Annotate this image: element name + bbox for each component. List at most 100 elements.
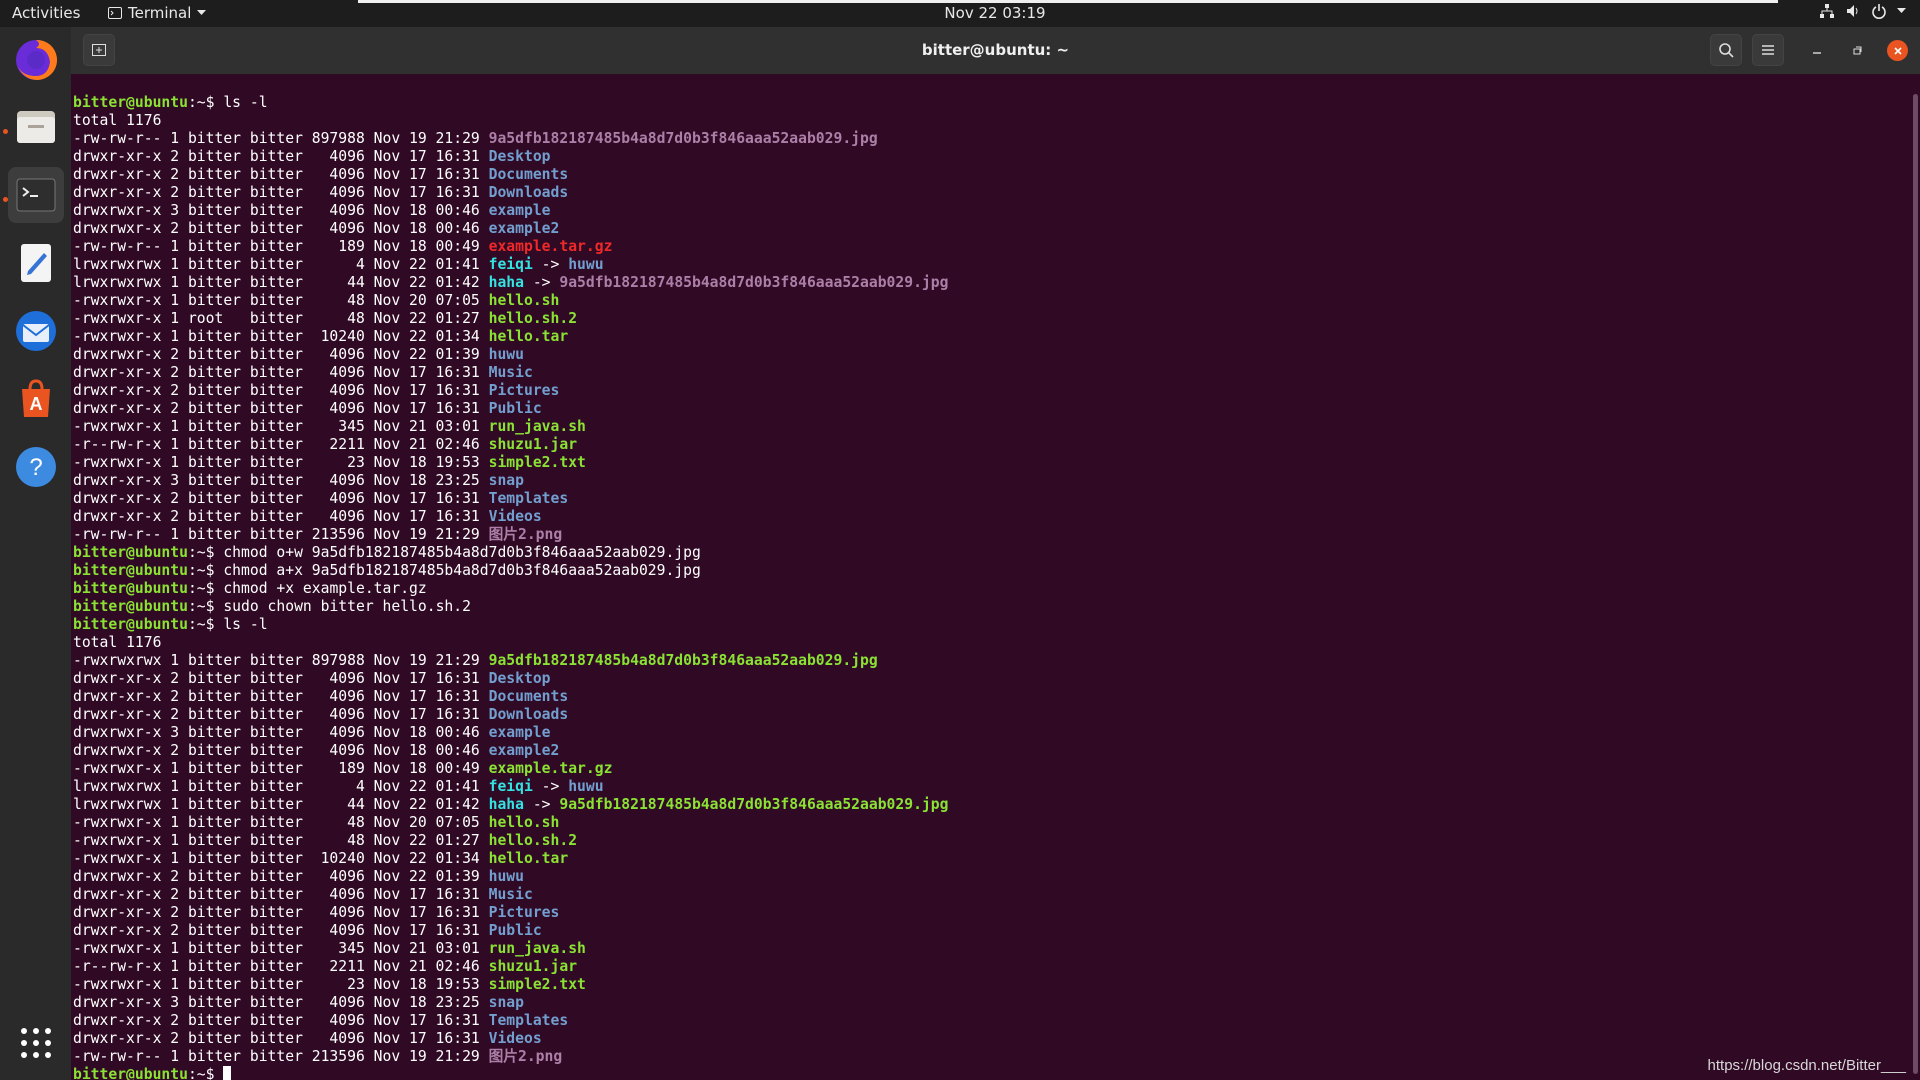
file-metadata: -rwxrwxr-x 1 bitter bitter 345 Nov 21 03… — [73, 418, 489, 435]
file-metadata: drwxr-xr-x 2 bitter bitter 4096 Nov 17 1… — [73, 148, 489, 165]
close-icon — [1893, 46, 1902, 55]
file-metadata: -rwxrwxrwx 1 bitter bitter 897988 Nov 19… — [73, 652, 489, 669]
terminal-line: -rwxrwxr-x 1 bitter bitter 10240 Nov 22 … — [73, 850, 948, 868]
terminal-line: bitter@ubuntu:~$ ls -l — [73, 94, 948, 112]
terminal-output[interactable]: bitter@ubuntu:~$ ls -l total 1176 -rw-rw-r… — [71, 74, 1920, 1080]
file-metadata: drwxr-xr-x 2 bitter bitter 4096 Nov 17 1… — [73, 400, 489, 417]
dock-files[interactable] — [8, 99, 64, 155]
power-icon — [1872, 4, 1886, 19]
file-name: Desktop — [488, 670, 551, 687]
file-name: hello.sh — [488, 814, 560, 831]
terminal-line: bitter@ubuntu:~$ sudo chown bitter hello… — [73, 598, 948, 616]
dock-software[interactable]: A — [8, 371, 64, 427]
file-metadata: -rw-rw-r-- 1 bitter bitter 189 Nov 18 00… — [73, 238, 489, 255]
file-name: haha — [488, 796, 524, 813]
prompt-user-host: bitter@ubuntu — [73, 1066, 188, 1080]
volume-icon — [1847, 5, 1858, 17]
search-button[interactable] — [1710, 34, 1742, 66]
file-name: shuzu1.jar — [488, 436, 578, 453]
minimize-button[interactable] — [1807, 41, 1827, 61]
file-name: example2 — [488, 220, 560, 237]
dock: A ? — [0, 27, 71, 1080]
terminal-line: -rwxrwxr-x 1 bitter bitter 48 Nov 20 07:… — [73, 292, 948, 310]
terminal-line: -rwxrwxr-x 1 bitter bitter 23 Nov 18 19:… — [73, 454, 948, 472]
file-metadata: -rwxrwxr-x 1 bitter bitter 23 Nov 18 19:… — [73, 454, 489, 471]
file-name: huwu — [488, 346, 524, 363]
system-tray[interactable] — [1819, 3, 1906, 19]
file-name: simple2.txt — [488, 976, 586, 993]
prompt-user-host: bitter@ubuntu — [73, 598, 188, 615]
menu-button[interactable] — [1752, 34, 1784, 66]
output-text: total 1176 — [73, 634, 162, 651]
terminal-line: drwxr-xr-x 2 bitter bitter 4096 Nov 17 1… — [73, 508, 948, 526]
file-metadata: -rw-rw-r-- 1 bitter bitter 897988 Nov 19… — [73, 130, 489, 147]
minimize-icon — [1813, 52, 1821, 54]
terminal-line: drwxr-xr-x 2 bitter bitter 4096 Nov 17 1… — [73, 166, 948, 184]
terminal-lines: bitter@ubuntu:~$ ls -l total 1176 -rw-rw-r… — [73, 94, 948, 1080]
file-name: example.tar.gz — [488, 238, 613, 255]
file-name: example — [488, 724, 551, 741]
file-name: 9a5dfb182187485b4a8d7d0b3f846aaa52aab029… — [488, 652, 878, 669]
file-metadata: drwxr-xr-x 2 bitter bitter 4096 Nov 17 1… — [73, 490, 489, 507]
terminal-line: drwxr-xr-x 2 bitter bitter 4096 Nov 17 1… — [73, 922, 948, 940]
terminal-line: drwxr-xr-x 2 bitter bitter 4096 Nov 17 1… — [73, 706, 948, 724]
prompt-path: :~$ — [187, 616, 224, 633]
prompt-path: :~$ — [187, 544, 224, 561]
terminal-line: drwxr-xr-x 2 bitter bitter 4096 Nov 17 1… — [73, 382, 948, 400]
file-name: feiqi — [488, 778, 533, 795]
file-metadata: drwxr-xr-x 2 bitter bitter 4096 Nov 17 1… — [73, 922, 489, 939]
header-bar[interactable]: bitter@ubuntu: ~ — [71, 27, 1920, 74]
file-name: Templates — [488, 490, 569, 507]
file-name: hello.sh.2 — [488, 832, 578, 849]
prompt-user-host: bitter@ubuntu — [73, 94, 188, 111]
terminal-line: -rwxrwxr-x 1 bitter bitter 23 Nov 18 19:… — [73, 976, 948, 994]
terminal-line: drwxr-xr-x 2 bitter bitter 4096 Nov 17 1… — [73, 688, 948, 706]
file-name: Pictures — [488, 904, 560, 921]
terminal-line: drwxr-xr-x 2 bitter bitter 4096 Nov 17 1… — [73, 490, 948, 508]
svg-text:A: A — [30, 394, 43, 414]
terminal-line: -rwxrwxr-x 1 bitter bitter 48 Nov 22 01:… — [73, 832, 948, 850]
file-metadata: lrwxrwxrwx 1 bitter bitter 44 Nov 22 01:… — [73, 274, 489, 291]
file-name: Downloads — [488, 184, 569, 201]
file-name: example.tar.gz — [488, 760, 613, 777]
file-name: Templates — [488, 1012, 569, 1029]
file-name: example — [488, 202, 551, 219]
file-name: shuzu1.jar — [488, 958, 578, 975]
file-name: snap — [488, 472, 524, 489]
prompt-path: :~$ — [187, 598, 224, 615]
terminal-line: drwxr-xr-x 2 bitter bitter 4096 Nov 17 1… — [73, 148, 948, 166]
terminal-line: -rw-rw-r-- 1 bitter bitter 213596 Nov 19… — [73, 526, 948, 544]
file-metadata: drwxr-xr-x 2 bitter bitter 4096 Nov 17 1… — [73, 166, 489, 183]
dock-terminal[interactable] — [8, 167, 64, 223]
dock-text-editor[interactable] — [8, 235, 64, 291]
terminal-line: drwxrwxr-x 3 bitter bitter 4096 Nov 18 0… — [73, 724, 948, 742]
terminal-line: -r--rw-r-x 1 bitter bitter 2211 Nov 21 0… — [73, 436, 948, 454]
terminal-line: total 1176 — [73, 112, 948, 130]
restore-button[interactable] — [1847, 41, 1867, 61]
terminal-line: -rwxrwxr-x 1 bitter bitter 10240 Nov 22 … — [73, 328, 948, 346]
file-name: Videos — [488, 508, 542, 525]
dock-thunderbird[interactable] — [8, 303, 64, 359]
terminal-line: drwxrwxr-x 3 bitter bitter 4096 Nov 18 0… — [73, 202, 948, 220]
close-button[interactable] — [1887, 40, 1908, 61]
prompt-path: :~$ — [187, 580, 224, 597]
file-metadata: drwxr-xr-x 3 bitter bitter 4096 Nov 18 2… — [73, 994, 489, 1011]
prompt-user-host: bitter@ubuntu — [73, 580, 188, 597]
terminal-line: drwxr-xr-x 2 bitter bitter 4096 Nov 17 1… — [73, 364, 948, 382]
terminal-icon — [16, 178, 56, 212]
file-metadata: drwxr-xr-x 2 bitter bitter 4096 Nov 17 1… — [73, 364, 489, 381]
scrollbar[interactable] — [1913, 94, 1918, 1074]
file-name: Pictures — [488, 382, 560, 399]
clock[interactable]: Nov 22 03:19 — [0, 4, 1920, 22]
dock-firefox[interactable] — [8, 32, 64, 88]
symlink-arrow: -> — [523, 796, 560, 813]
thunderbird-icon — [16, 311, 56, 351]
file-metadata: drwxr-xr-x 2 bitter bitter 4096 Nov 17 1… — [73, 184, 489, 201]
file-name: huwu — [488, 868, 524, 885]
file-name: Downloads — [488, 706, 569, 723]
command-text: ls -l — [223, 94, 268, 111]
dock-help[interactable]: ? — [8, 439, 64, 495]
dock-show-apps[interactable] — [8, 1015, 64, 1071]
restore-icon — [1853, 46, 1862, 55]
file-name: haha — [488, 274, 524, 291]
